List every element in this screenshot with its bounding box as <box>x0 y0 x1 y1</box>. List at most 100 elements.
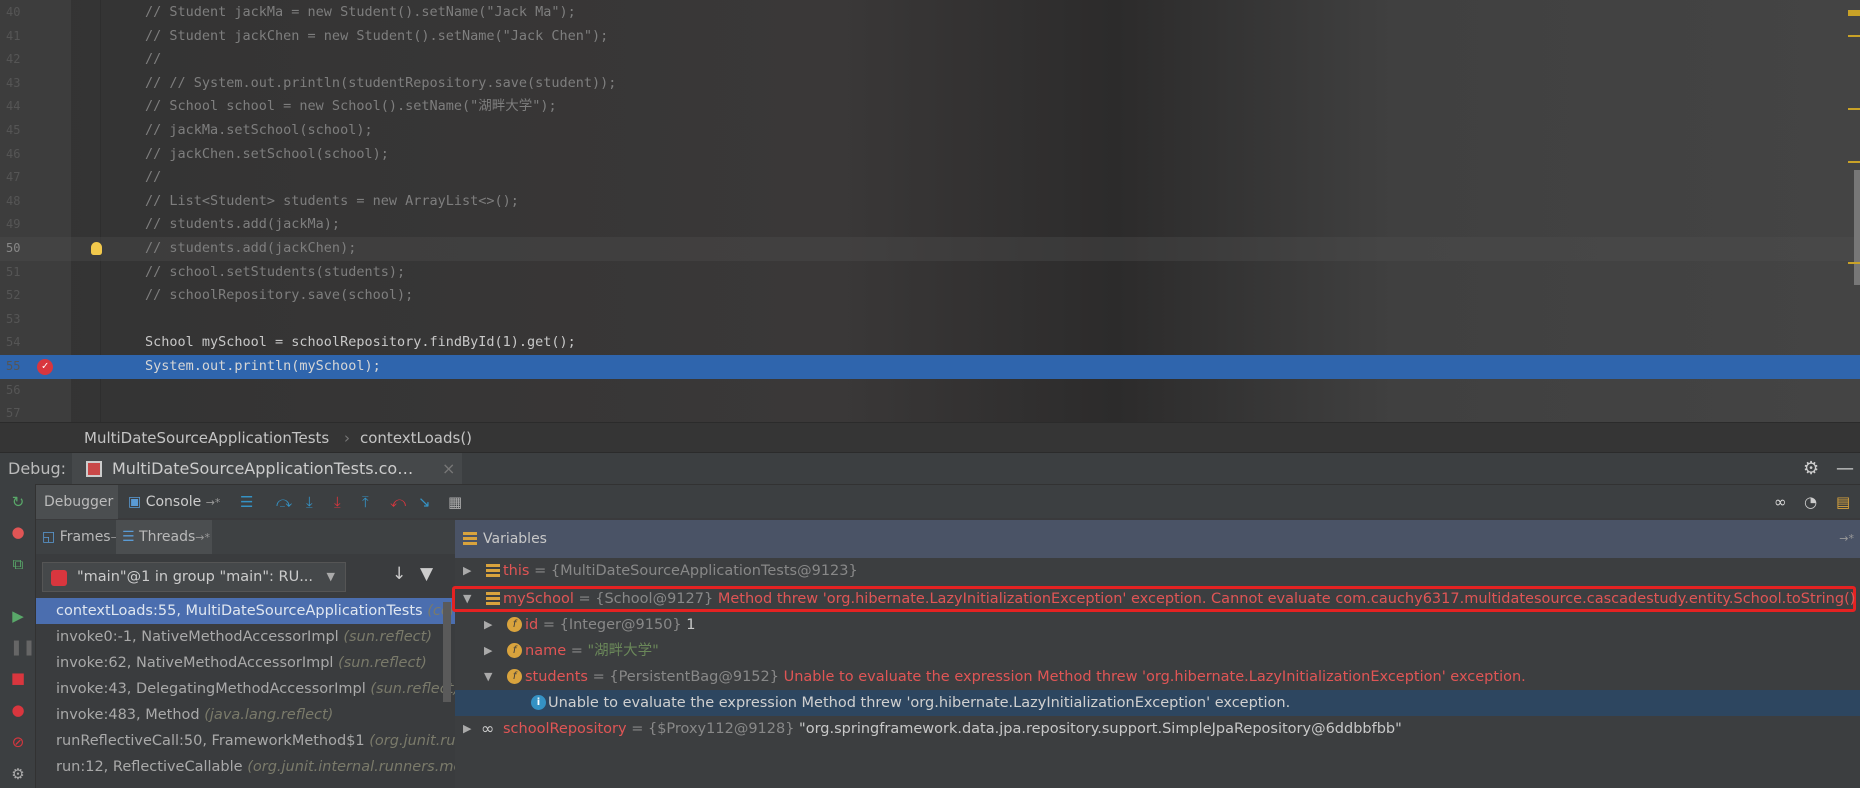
pin-icon[interactable]: →* <box>195 531 210 544</box>
code-line[interactable]: 51 // school.setStudents(students); <box>0 261 1860 285</box>
step-out-icon[interactable]: ⤒ <box>362 485 369 519</box>
code-line[interactable]: 47 // <box>0 166 1860 190</box>
line-number: 41 <box>6 28 21 43</box>
code-line[interactable]: 56 <box>0 379 1860 403</box>
variable-row-myschool[interactable]: ▼ mySchool = {School@9127} Method threw … <box>452 586 1860 612</box>
frame-item[interactable]: run:12, ReflectiveCallable (org.junit.in… <box>36 754 455 780</box>
frame-item[interactable]: contextLoads:55, MultiDateSourceApplicat… <box>36 598 455 624</box>
close-tab-icon[interactable]: × <box>442 453 455 485</box>
thread-select[interactable]: "main"@1 in group "main": RU... ▼ <box>42 562 346 592</box>
variable-row-name[interactable]: ▶ f name = "湖畔大学" <box>455 638 1860 664</box>
watches-icon[interactable]: ∞ <box>1774 485 1787 519</box>
show-execution-point-icon[interactable]: ☰ <box>240 485 253 519</box>
code-line[interactable]: 40 // Student jackMa = new Student().setN… <box>0 1 1860 25</box>
variables-header: Variables →* <box>455 520 1860 558</box>
mute-breakpoints-icon[interactable]: ⊘ <box>10 734 26 750</box>
tab-threads[interactable]: ☰ Threads→* <box>116 520 212 554</box>
code-line[interactable]: 41 // Student jackChen = new Student().se… <box>0 25 1860 49</box>
gear-icon[interactable]: ⚙ <box>1803 453 1819 485</box>
code-line[interactable]: 49 // students.add(jackMa); <box>0 213 1860 237</box>
resume-icon[interactable]: ▶ <box>10 608 26 624</box>
frame-package: (org.junit.runners.model) <box>369 733 455 749</box>
breadcrumb-class[interactable]: MultiDateSourceApplicationTests <box>84 423 329 453</box>
code-line[interactable]: 53 <box>0 308 1860 332</box>
filter-icon[interactable]: ▼ <box>420 564 433 584</box>
code-line[interactable]: 43 // // System.out.println(studentReposi… <box>0 72 1860 96</box>
restore-layout-icon[interactable]: ⧉ <box>10 556 26 572</box>
variable-row-this[interactable]: ▶ this = {MultiDateSourceApplicationTest… <box>455 558 1860 584</box>
step-into-icon[interactable]: ⤓ <box>306 485 313 519</box>
code-line[interactable]: 54 School mySchool = schoolRepository.fin… <box>0 331 1860 355</box>
frames-scrollbar[interactable] <box>443 602 451 702</box>
variable-row-id[interactable]: ▶ f id = {Integer@9150} 1 <box>455 612 1860 638</box>
code-line[interactable]: 52 // schoolRepository.save(school); <box>0 284 1860 308</box>
code-text: // List<Student> students = new ArrayLis… <box>145 192 519 209</box>
variable-name: schoolRepository <box>503 721 627 737</box>
rerun-icon[interactable]: ↻ <box>10 494 26 510</box>
frame-label: invoke0:-1, NativeMethodAccessorImpl <box>56 629 339 645</box>
minimize-icon[interactable]: — <box>1836 453 1854 485</box>
tab-frames[interactable]: ◱ Frames→* <box>36 520 125 554</box>
lightbulb-icon[interactable] <box>91 242 102 255</box>
line-number: 52 <box>6 288 21 303</box>
line-number: 50 <box>6 241 21 255</box>
variable-row-schoolrepository[interactable]: ▶ ∞ schoolRepository = {$Proxy112@9128} … <box>455 716 1860 742</box>
code-line[interactable]: 42 // <box>0 48 1860 72</box>
expand-arrow-icon[interactable]: ▶ <box>484 638 492 664</box>
frame-item[interactable]: invoke:62, NativeMethodAccessorImpl (sun… <box>36 650 455 676</box>
frame-item[interactable]: invoke:43, DelegatingMethodAccessorImpl … <box>36 676 455 702</box>
pin-icon[interactable]: →* <box>1839 520 1854 558</box>
tab-console[interactable]: ▣ Console →* <box>120 485 230 519</box>
variables-title: Variables <box>483 531 547 547</box>
debugger-toolbar: Debugger ▣ Console →* ☰ ⤼ ⤓ ⤓ ⤒ ⤺ ↘ ▦ ∞ … <box>36 484 1860 519</box>
expand-arrow-icon[interactable]: ▶ <box>463 716 471 742</box>
field-icon: f <box>507 617 522 632</box>
line-number: 51 <box>6 264 21 279</box>
pin-icon[interactable]: →* <box>206 496 221 509</box>
expand-arrow-icon[interactable]: ▶ <box>463 558 471 584</box>
debug-tool-window-header: Debug: MultiDateSourceApplicationTests.c… <box>0 452 1860 485</box>
rerun-failed-icon[interactable]: ● <box>10 524 26 540</box>
debug-session-tab[interactable]: MultiDateSourceApplicationTests.contextL… <box>72 453 462 485</box>
view-breakpoints-icon[interactable]: ● <box>10 702 26 718</box>
stop-icon[interactable]: ■ <box>10 670 26 686</box>
evaluate-expression-icon[interactable]: ▦ <box>448 485 462 519</box>
arrow-down-icon[interactable]: ↓ <box>392 564 406 584</box>
expand-arrow-icon[interactable]: ▶ <box>484 612 492 638</box>
breakpoint-icon[interactable]: ✓ <box>37 359 53 375</box>
line-number: 53 <box>6 311 21 326</box>
line-number: 46 <box>6 146 21 161</box>
equals: = <box>538 617 560 633</box>
code-editor[interactable]: 40 // Student jackMa = new Student().setN… <box>0 0 1860 422</box>
code-line[interactable]: 46 // jackChen.setSchool(school); <box>0 143 1860 167</box>
code-line[interactable]: 48 // List<Student> students = new ArrayL… <box>0 190 1860 214</box>
drop-frame-icon[interactable]: ⤺ <box>390 485 406 519</box>
tab-debugger[interactable]: Debugger <box>36 485 118 519</box>
variable-row-students[interactable]: ▼ f students = {PersistentBag@9152} Unab… <box>455 664 1860 690</box>
variable-value: "湖畔大学" <box>587 643 659 659</box>
settings-icon[interactable]: ⚙ <box>10 766 26 782</box>
code-line[interactable]: 50 // students.add(jackChen); <box>0 237 1860 261</box>
variables-panel: Variables →* ▶ this = {MultiDateSourceAp… <box>452 520 1860 788</box>
collapse-arrow-icon[interactable]: ▼ <box>484 664 492 690</box>
equals: = <box>587 669 610 685</box>
code-line[interactable]: 45 // jackMa.setSchool(school); <box>0 119 1860 143</box>
variable-row-info[interactable]: i Unable to evaluate the expression Meth… <box>455 690 1860 716</box>
variable-type: {Integer@9150} <box>559 617 682 633</box>
frame-item[interactable]: invoke:483, Method (java.lang.reflect) <box>36 702 455 728</box>
collapse-arrow-icon[interactable]: ▼ <box>463 586 471 612</box>
memory-view-icon[interactable]: ◔ <box>1804 485 1817 519</box>
step-over-icon[interactable]: ⤼ <box>276 485 292 519</box>
frame-item[interactable]: invoke0:-1, NativeMethodAccessorImpl (su… <box>36 624 455 650</box>
breadcrumb-method[interactable]: contextLoads() <box>360 423 472 453</box>
code-text: // school.setStudents(students); <box>145 263 406 280</box>
code-line[interactable]: 55 System.out.println(mySchool); ✓ <box>0 355 1860 379</box>
force-step-into-icon[interactable]: ⤓ <box>334 485 341 519</box>
code-line[interactable]: 44 // School school = new School().setNam… <box>0 95 1860 119</box>
code-text: System.out.println(mySchool); <box>145 358 381 374</box>
pause-icon[interactable]: ❚❚ <box>10 639 35 655</box>
run-to-cursor-icon[interactable]: ↘ <box>418 485 431 519</box>
overhead-icon[interactable]: ▤ <box>1836 485 1850 519</box>
frame-item[interactable]: runReflectiveCall:50, FrameworkMethod$1 … <box>36 728 455 754</box>
line-number: 44 <box>6 99 21 114</box>
